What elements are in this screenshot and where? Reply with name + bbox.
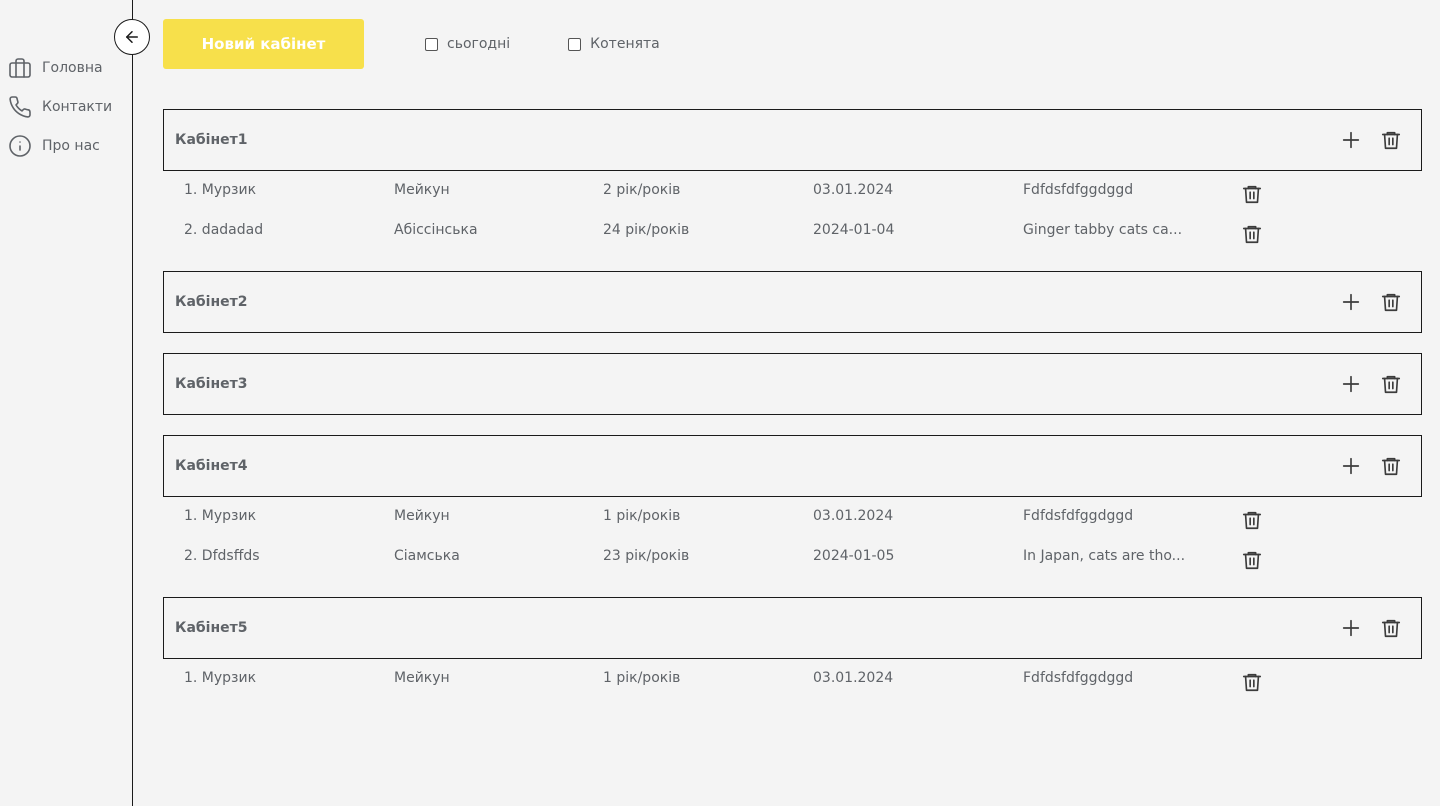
cat-description: In Japan, cats are tho... (1023, 548, 1186, 564)
plus-icon (1342, 293, 1360, 311)
cat-breed: Сіамська (394, 548, 460, 564)
trash-icon (1242, 185, 1262, 204)
cat-age: 24 рік/років (603, 222, 690, 238)
cat-breed: Абіссінська (394, 222, 478, 238)
table-row: 1. Мурзик Мейкун 1 рік/років 03.01.2024 … (184, 667, 1284, 694)
delete-cabinet-button[interactable] (1379, 128, 1403, 152)
cat-age: 1 рік/років (603, 508, 681, 524)
cabinet-header: Кабінет3 (163, 353, 1422, 415)
arrow-left-icon (123, 28, 141, 46)
cat-name: 1. Мурзик (184, 508, 257, 524)
table-row: 1. Мурзик Мейкун 2 рік/років 03.01.2024 … (184, 179, 1284, 206)
trash-icon (1242, 225, 1262, 244)
cabinet-name: Кабінет4 (175, 458, 248, 474)
sidebar-item-home[interactable]: Головна (8, 48, 112, 87)
cat-description: Fdfdsfdfggdggd (1023, 670, 1134, 686)
sidebar-nav: Головна Контакти Про нас (8, 48, 112, 165)
add-cat-button[interactable] (1339, 128, 1363, 152)
cat-breed: Мейкун (394, 182, 450, 198)
cabinet-header: Кабінет4 (163, 435, 1422, 497)
kittens-checkbox[interactable] (568, 37, 582, 51)
cat-name: 1. Мурзик (184, 670, 257, 686)
sidebar-item-contacts[interactable]: Контакти (8, 87, 112, 126)
cat-date: 2024-01-05 (813, 548, 895, 564)
briefcase-icon (8, 56, 32, 80)
delete-cabinet-button[interactable] (1379, 454, 1403, 478)
trash-icon (1381, 131, 1401, 150)
cat-breed: Мейкун (394, 508, 450, 524)
sidebar-item-label: Головна (42, 59, 103, 76)
cat-description: Fdfdsfdfggdggd (1023, 182, 1134, 198)
cabinet-header: Кабінет1 (163, 109, 1422, 171)
add-cat-button[interactable] (1339, 372, 1363, 396)
cat-name: 2. dadadad (184, 222, 264, 238)
delete-cat-button[interactable] (1240, 548, 1264, 572)
trash-icon (1381, 375, 1401, 394)
cabinet-name: Кабінет5 (175, 620, 248, 636)
sidebar-item-label: Контакти (42, 98, 113, 115)
plus-icon (1342, 619, 1360, 637)
cat-age: 2 рік/років (603, 182, 681, 198)
cat-date: 2024-01-04 (813, 222, 895, 238)
trash-icon (1242, 673, 1262, 692)
trash-icon (1242, 511, 1262, 530)
cabinet-header: Кабінет2 (163, 271, 1422, 333)
table-row: 2. dadadad Абіссінська 24 рік/років 2024… (184, 219, 1284, 246)
trash-icon (1381, 619, 1401, 638)
toolbar: Новий кабінет сьогодні Котенята (163, 19, 660, 69)
add-cat-button[interactable] (1339, 290, 1363, 314)
cat-name: 1. Мурзик (184, 182, 257, 198)
collapse-sidebar-button[interactable] (114, 19, 150, 55)
cat-date: 03.01.2024 (813, 670, 894, 686)
delete-cabinet-button[interactable] (1379, 290, 1403, 314)
trash-icon (1381, 293, 1401, 312)
delete-cabinet-button[interactable] (1379, 616, 1403, 640)
cabinet-name: Кабінет3 (175, 376, 248, 392)
cat-date: 03.01.2024 (813, 508, 894, 524)
cat-date: 03.01.2024 (813, 182, 894, 198)
filter-today[interactable]: сьогодні (425, 36, 510, 52)
filter-label: Котенята (590, 36, 660, 52)
plus-icon (1342, 131, 1360, 149)
cat-age: 23 рік/років (603, 548, 690, 564)
delete-cat-button[interactable] (1240, 182, 1264, 206)
delete-cat-button[interactable] (1240, 670, 1264, 694)
trash-icon (1381, 457, 1401, 476)
cat-name: 2. Dfdsffds (184, 548, 260, 564)
cabinet-header: Кабінет5 (163, 597, 1422, 659)
add-cat-button[interactable] (1339, 454, 1363, 478)
filter-label: сьогодні (447, 36, 511, 52)
cat-breed: Мейкун (394, 670, 450, 686)
cat-description: Ginger tabby cats ca... (1023, 222, 1183, 238)
table-row: 1. Мурзик Мейкун 1 рік/років 03.01.2024 … (184, 505, 1284, 532)
delete-cabinet-button[interactable] (1379, 372, 1403, 396)
sidebar: Головна Контакти Про нас (0, 0, 133, 806)
trash-icon (1242, 551, 1262, 570)
cat-age: 1 рік/років (603, 670, 681, 686)
cabinet-name: Кабінет2 (175, 294, 248, 310)
table-row: 2. Dfdsffds Сіамська 23 рік/років 2024-0… (184, 545, 1284, 572)
delete-cat-button[interactable] (1240, 222, 1264, 246)
sidebar-item-label: Про нас (42, 137, 100, 154)
info-icon (8, 134, 32, 158)
add-cat-button[interactable] (1339, 616, 1363, 640)
filter-kittens[interactable]: Котенята (568, 36, 660, 52)
delete-cat-button[interactable] (1240, 508, 1264, 532)
cat-description: Fdfdsfdfggdggd (1023, 508, 1134, 524)
phone-icon (8, 95, 32, 119)
today-checkbox[interactable] (425, 37, 438, 51)
sidebar-item-about[interactable]: Про нас (8, 126, 112, 165)
cabinet-name: Кабінет1 (175, 132, 248, 148)
plus-icon (1342, 375, 1360, 393)
plus-icon (1342, 457, 1360, 475)
new-cabinet-button[interactable]: Новий кабінет (163, 19, 364, 69)
